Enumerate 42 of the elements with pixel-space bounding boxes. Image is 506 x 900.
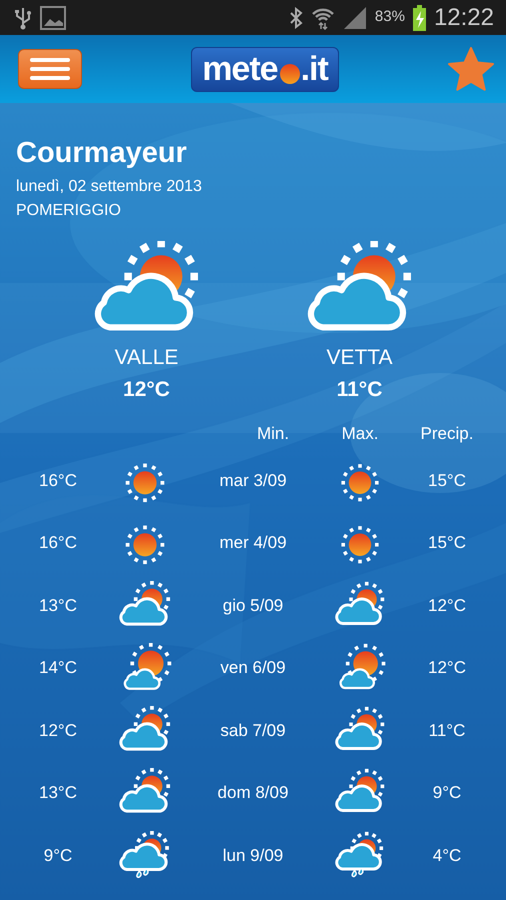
- day-label: gio 5/09: [222, 594, 284, 616]
- station-temp: 11°C: [336, 376, 382, 402]
- temperature-text: 4°C: [432, 844, 462, 866]
- station-label: VETTA: [326, 345, 393, 371]
- star-icon[interactable]: [448, 47, 494, 91]
- temperature-text: 16°C: [39, 470, 77, 492]
- temperature-text: 15°C: [428, 532, 466, 554]
- city-name: Courmayeur: [16, 139, 188, 168]
- day-label: lun 9/09: [222, 844, 284, 866]
- day-label: sab 7/09: [220, 720, 286, 742]
- temperature-text: 9°C: [432, 782, 462, 804]
- day-label: dom 8/09: [218, 782, 288, 804]
- clock-time: 12:22: [434, 2, 494, 32]
- temperature-text: 11°C: [428, 720, 466, 742]
- image-icon: [40, 6, 66, 30]
- day-label: ven 6/09: [220, 657, 286, 679]
- wifi-icon: [310, 6, 335, 30]
- station-label: VALLE: [114, 345, 178, 371]
- logo: mete .it: [191, 46, 339, 92]
- usb-icon: [14, 6, 32, 30]
- column-heading: Min.: [256, 423, 290, 446]
- period-text: POMERIGGIO: [16, 201, 122, 221]
- temperature-text: 9°C: [44, 844, 72, 866]
- temperature-text: 12°C: [428, 657, 466, 679]
- temperature-text: 13°C: [39, 782, 77, 804]
- battery-charging-icon: [412, 4, 426, 30]
- temperature-text: 12°C: [428, 594, 466, 616]
- station-temp: 12°C: [123, 376, 170, 402]
- temperature-text: 16°C: [39, 532, 77, 554]
- temperature-text: 15°C: [428, 470, 466, 492]
- date-text: lunedì, 02 settembre 2013: [16, 177, 203, 197]
- temperature-text: 12°C: [39, 720, 77, 742]
- menu-button[interactable]: [18, 49, 82, 89]
- day-label: mar 3/09: [219, 470, 287, 492]
- temperature-text: 13°C: [39, 594, 77, 616]
- signal-icon: [342, 6, 367, 30]
- temperature-text: 14°C: [39, 657, 77, 679]
- column-heading: Max.: [342, 423, 378, 446]
- column-heading: Precip.: [420, 423, 474, 446]
- bluetooth-icon: [288, 6, 303, 28]
- battery-percent: 83%: [374, 7, 405, 28]
- day-label: mer 4/09: [219, 532, 287, 554]
